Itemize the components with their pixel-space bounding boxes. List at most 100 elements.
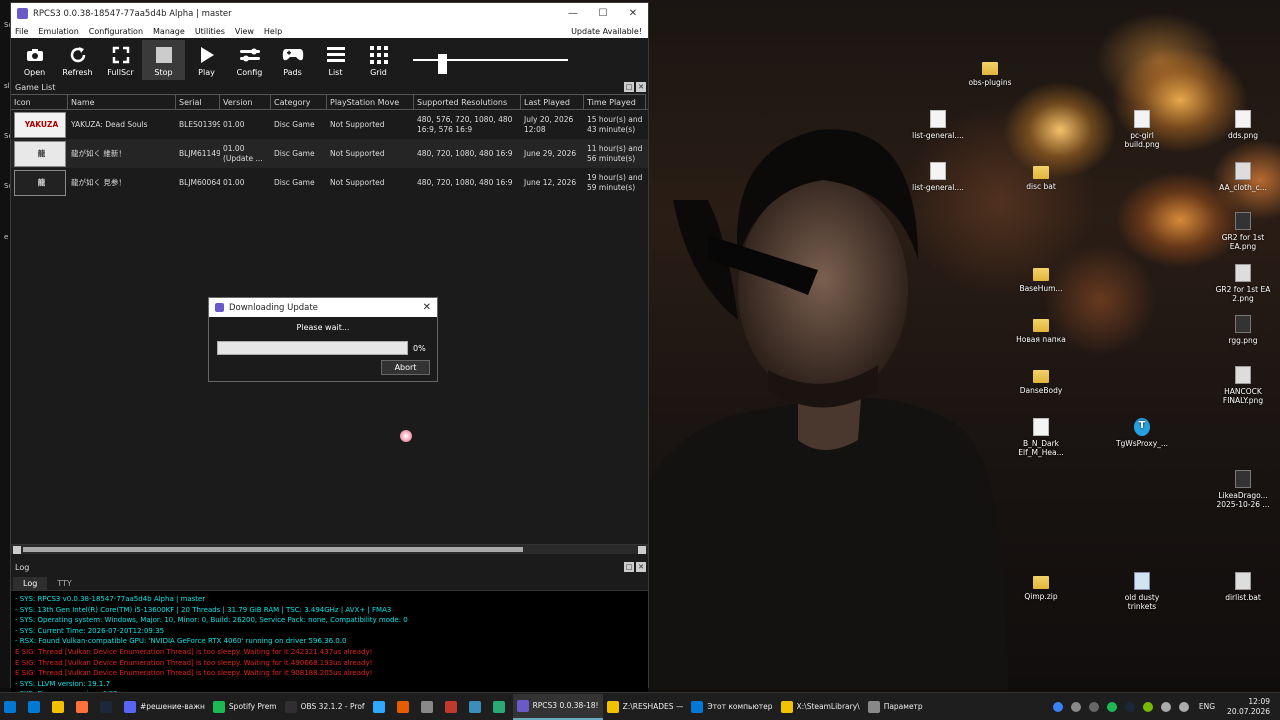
desktop-icon[interactable]: dds.png	[1213, 110, 1273, 140]
tray-app-icon[interactable]	[1070, 701, 1081, 712]
clock[interactable]: 12:09 20.07.2026	[1227, 697, 1270, 717]
col-resolutions[interactable]: Supported Resolutions	[414, 94, 521, 109]
desktop-icon[interactable]: old dusty trinkets	[1112, 572, 1172, 611]
network-icon[interactable]	[1160, 701, 1171, 712]
menu-configuration[interactable]: Configuration	[89, 27, 143, 36]
taskbar-item[interactable]: Этот компьютер	[687, 694, 776, 720]
slider-thumb[interactable]	[438, 54, 447, 74]
desktop-icon[interactable]: Qimp.zip	[1011, 572, 1071, 601]
desktop-icon[interactable]: dirlist.bat	[1213, 572, 1273, 602]
start-button[interactable]	[0, 694, 24, 720]
taskbar-item[interactable]: Spotify Prem	[209, 694, 281, 720]
tab-log[interactable]: Log	[13, 577, 48, 590]
grid-view-button[interactable]: Grid	[357, 40, 400, 80]
desktop-icon[interactable]: disc bat	[1011, 162, 1071, 191]
abort-button[interactable]: Abort	[381, 360, 430, 375]
fullscreen-button[interactable]: FullScr	[99, 40, 142, 80]
menu-help[interactable]: Help	[264, 27, 282, 36]
desktop-icon[interactable]: GR2 for 1st EA 2.png	[1213, 264, 1273, 303]
scroll-right-icon[interactable]	[638, 546, 646, 554]
tab-tty[interactable]: TTY	[47, 577, 82, 590]
desktop-icon[interactable]: list-general....	[908, 110, 968, 140]
volume-icon[interactable]	[1178, 701, 1189, 712]
desktop-icon[interactable]: BaseHum...	[1011, 264, 1071, 293]
taskbar-item[interactable]	[393, 694, 417, 720]
icon-size-slider[interactable]	[413, 54, 568, 74]
nvidia-tray-icon[interactable]	[1142, 701, 1153, 712]
taskbar-item[interactable]: X:\SteamLibrary\	[777, 694, 864, 720]
close-dock-icon[interactable]: ✕	[636, 82, 646, 92]
desktop-icon[interactable]: rgg.png	[1213, 315, 1273, 345]
menu-utilities[interactable]: Utilities	[195, 27, 225, 36]
taskbar-item[interactable]: Z:\RESHADES —	[603, 694, 688, 720]
taskbar-item[interactable]	[48, 694, 72, 720]
undock-icon[interactable]: □	[624, 562, 634, 572]
col-icon[interactable]: Icon	[11, 94, 68, 109]
desktop-icon[interactable]: list-general....	[908, 162, 968, 192]
desktop-icon[interactable]: LikeaDrago... 2025-10-26 ...	[1213, 470, 1273, 509]
col-last-played[interactable]: Last Played	[521, 94, 584, 109]
desktop-icon[interactable]: T TgWsProxy_...	[1112, 418, 1172, 448]
pads-button[interactable]: Pads	[271, 40, 314, 80]
desktop-icon[interactable]: AA_cloth_c...	[1213, 162, 1273, 192]
play-button[interactable]: Play	[185, 40, 228, 80]
menu-manage[interactable]: Manage	[153, 27, 185, 36]
image-file-icon	[1235, 366, 1251, 384]
taskbar-item[interactable]	[441, 694, 465, 720]
col-category[interactable]: Category	[271, 94, 327, 109]
maximize-button[interactable]: ☐	[588, 8, 618, 19]
scroll-left-icon[interactable]	[13, 546, 21, 554]
update-available-link[interactable]: Update Available!	[571, 27, 642, 36]
taskbar-item[interactable]	[72, 694, 96, 720]
log-output[interactable]: - SYS: RPCS3 v0.0.38-18547-77aa5d4b Alph…	[11, 590, 648, 702]
desktop-icon[interactable]: GR2 for 1st EA.png	[1213, 212, 1273, 251]
menu-emulation[interactable]: Emulation	[38, 27, 78, 36]
desktop-icon[interactable]: B_N_Dark Elf_M_Hea...	[1011, 418, 1071, 457]
steam-tray-icon[interactable]	[1124, 701, 1135, 712]
language-indicator[interactable]: ENG	[1199, 702, 1215, 711]
horizontal-scrollbar[interactable]	[11, 544, 648, 554]
taskbar-item[interactable]	[96, 694, 120, 720]
close-button[interactable]: ✕	[618, 8, 648, 19]
menu-file[interactable]: File	[15, 27, 28, 36]
desktop-icon[interactable]: DanseBody	[1011, 366, 1071, 395]
table-row[interactable]: 龍 龍が如く 維新！ BLJM61149 01.00 (Update ... D…	[11, 139, 648, 168]
scrollbar-thumb[interactable]	[23, 547, 523, 552]
dialog-title: Downloading Update	[229, 302, 318, 313]
game-serial: BLES01399	[179, 119, 220, 129]
col-name[interactable]: Name	[68, 94, 176, 109]
menu-view[interactable]: View	[235, 27, 254, 36]
refresh-button[interactable]: Refresh	[56, 40, 99, 80]
desktop-icon[interactable]: HANCOCK FINALY.png	[1213, 366, 1273, 405]
close-dock-icon[interactable]: ✕	[636, 562, 646, 572]
taskbar-item[interactable]	[465, 694, 489, 720]
taskbar-item[interactable]	[417, 694, 441, 720]
undock-icon[interactable]: □	[624, 82, 634, 92]
desktop-icon[interactable]: obs-plugins	[960, 58, 1020, 87]
table-row[interactable]: 龍 龍が如く 見参！ BLJM60064 01.00 Disc Game Not…	[11, 168, 648, 197]
minimize-button[interactable]: —	[558, 8, 588, 19]
taskbar-item[interactable]	[24, 694, 48, 720]
desktop-icon[interactable]: Новая папка	[1011, 315, 1071, 344]
taskbar-item[interactable]	[489, 694, 513, 720]
taskbar-item[interactable]: RPCS3 0.0.38-18!	[512, 693, 603, 720]
col-serial[interactable]: Serial	[176, 94, 220, 109]
desktop-icon[interactable]: pc-girl build.png	[1112, 110, 1172, 149]
taskbar-item[interactable]: OBS 32.1.2 - Prof	[281, 694, 369, 720]
taskbar-item[interactable]: Параметр	[864, 694, 927, 720]
stop-button[interactable]: Stop	[142, 40, 185, 80]
col-time-played[interactable]: Time Played	[584, 94, 646, 109]
tray-app-icon[interactable]	[1088, 701, 1099, 712]
taskbar-item[interactable]	[369, 694, 393, 720]
col-move[interactable]: PlayStation Move	[327, 94, 414, 109]
config-button[interactable]: Config	[228, 40, 271, 80]
bluetooth-icon[interactable]	[1052, 701, 1063, 712]
table-row[interactable]: YAKUZA YAKUZA: Dead Souls BLES01399 01.0…	[11, 110, 648, 139]
open-button[interactable]: Open	[13, 40, 56, 80]
taskbar-item-label: #решение-важн	[140, 702, 205, 711]
dialog-close-button[interactable]: ✕	[423, 302, 431, 313]
spotify-tray-icon[interactable]	[1106, 701, 1117, 712]
col-version[interactable]: Version	[220, 94, 271, 109]
list-view-button[interactable]: List	[314, 40, 357, 80]
taskbar-item[interactable]: #решение-важн	[120, 694, 209, 720]
